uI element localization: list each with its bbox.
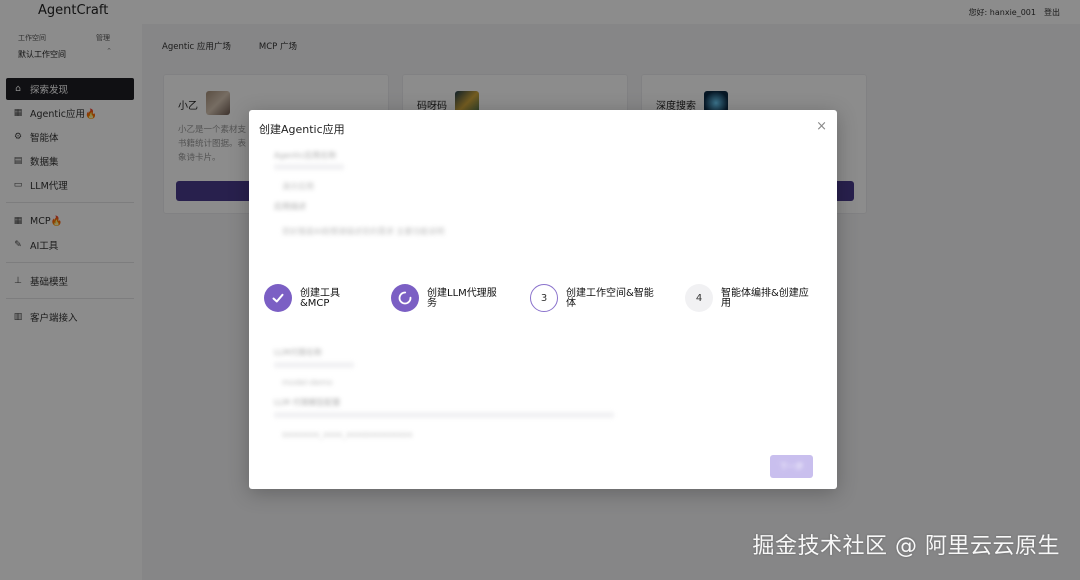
field-hint	[274, 164, 344, 170]
step-label: 创建LLM代理服务	[427, 288, 497, 309]
field-hint	[274, 362, 354, 368]
step-4: 4 智能体编排&创建应用	[685, 284, 817, 312]
loading-spinner-icon	[391, 284, 419, 312]
field-value: 演示应用	[282, 182, 314, 191]
field-value: model-demo	[282, 378, 333, 387]
step-label: 创建工作空间&智能体	[566, 288, 654, 309]
field-label: LLM 代理模型配置	[274, 398, 341, 407]
next-button[interactable]: 下一步	[770, 455, 813, 478]
field-label: 应用描述	[274, 202, 306, 211]
step-number: 4	[685, 284, 713, 312]
step-3: 3 创建工作空间&智能体	[530, 284, 660, 312]
field-label: Agentic应用名称	[274, 151, 337, 160]
field-label: LLM代理名称	[274, 348, 322, 357]
step-label: 创建工具&MCP	[300, 288, 340, 309]
create-agentic-app-modal: 创建Agentic应用 × Agentic应用名称 演示应用 应用描述 您好我是…	[249, 110, 837, 489]
next-button-label: 下一步	[779, 462, 804, 471]
field-hint	[274, 412, 614, 418]
field-value: 您好我是AI助理请描述您的需求 主要功能说明	[282, 227, 445, 236]
step-1: 创建工具&MCP	[264, 284, 360, 312]
modal-title: 创建Agentic应用	[259, 123, 345, 136]
step-number: 3	[530, 284, 558, 312]
watermark: 掘金技术社区 @ 阿里云云原生	[752, 534, 1060, 559]
check-icon	[264, 284, 292, 312]
step-progress: 创建工具&MCP 创建LLM代理服务 3 创建工作空间&智能体 4 智能体编排&…	[264, 284, 824, 324]
step-2: 创建LLM代理服务	[391, 284, 505, 312]
field-value: sxxxxxxx_xxxx_xxxxxxxxxxxxxx	[282, 430, 413, 439]
close-icon[interactable]: ×	[816, 119, 827, 134]
step-label: 智能体编排&创建应用	[721, 288, 809, 309]
